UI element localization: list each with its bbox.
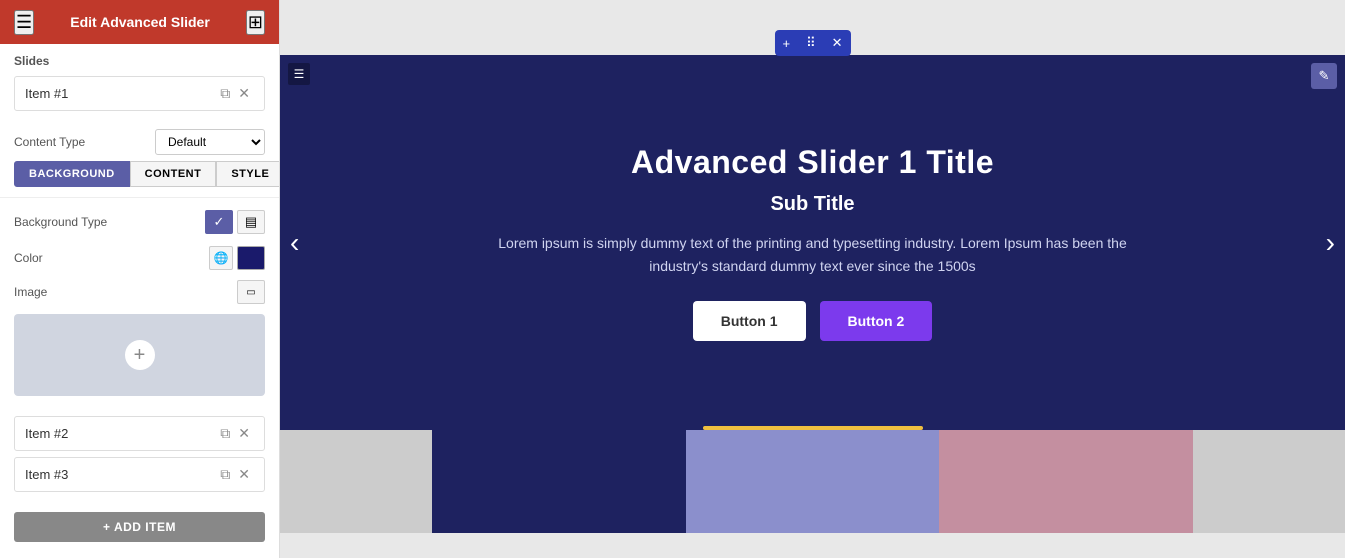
color-row: Color 🌐 [0,240,279,276]
delete-item-2-button[interactable]: ✕ [234,425,254,442]
slides-section: Slides Item #1 ⧉ ✕ [0,44,279,123]
color-controls: 🌐 [209,246,265,270]
duplicate-item-1-button[interactable]: ⧉ [216,85,234,102]
background-type-row: Background Type ✓ ▤ [0,204,279,240]
left-panel: ☰ Edit Advanced Slider ⊞ Slides Item #1 … [0,0,280,558]
image-label-row: Image ▭ [0,276,279,308]
slider-menu-icon[interactable]: ☰ [288,63,310,85]
tab-style[interactable]: STYLE [216,161,280,187]
slider-content: Advanced Slider 1 Title Sub Title Lorem … [463,124,1163,361]
tab-background[interactable]: BACKGROUND [14,161,130,187]
thumbnail-3[interactable] [939,430,1193,533]
list-item: Item #1 ⧉ ✕ [14,76,265,111]
upload-plus-icon: + [125,340,155,370]
header-bar: ☰ Edit Advanced Slider ⊞ [0,0,279,44]
thumbnail-1[interactable] [432,430,686,533]
main-area: + ⠿ ✕ ☰ ✎ ‹ Advanced Slider 1 Title Sub … [280,0,1345,558]
slides-section-2: Item #2 ⧉ ✕ Item #3 ⧉ ✕ [0,406,279,504]
delete-item-1-button[interactable]: ✕ [234,85,254,102]
list-item: Item #3 ⧉ ✕ [14,457,265,492]
item-label-2: Item #2 [25,426,216,441]
list-item: Item #2 ⧉ ✕ [14,416,265,451]
grid-icon[interactable]: ⊞ [246,10,265,35]
widget-toolbar: + ⠿ ✕ [774,30,850,56]
global-color-button[interactable]: 🌐 [209,246,233,270]
hamburger-icon[interactable]: ☰ [14,10,34,35]
slider-buttons: Button 1 Button 2 [483,301,1143,341]
add-widget-button[interactable]: + [774,31,798,56]
thumbnail-2[interactable] [686,430,940,533]
image-display-button[interactable]: ▭ [237,280,265,304]
item-label-3: Item #3 [25,467,216,482]
edit-slider-button[interactable]: ✎ [1311,63,1337,89]
item-label: Item #1 [25,86,216,101]
divider [0,197,279,198]
close-widget-button[interactable]: ✕ [824,30,851,56]
duplicate-item-3-button[interactable]: ⧉ [216,466,234,483]
solid-type-button[interactable]: ✓ [205,210,233,234]
thumb-gap-left [280,430,432,533]
content-type-row: Content Type Default [0,123,279,161]
delete-item-3-button[interactable]: ✕ [234,466,254,483]
add-item-button[interactable]: + ADD ITEM [14,512,265,542]
panel-title: Edit Advanced Slider [70,14,210,30]
background-type-controls: ✓ ▤ [205,210,265,234]
slider-wrapper: ☰ ✎ ‹ Advanced Slider 1 Title Sub Title … [280,55,1345,558]
move-widget-button[interactable]: ⠿ [798,30,824,56]
slider-button-1[interactable]: Button 1 [693,301,806,341]
slides-label: Slides [14,54,265,68]
background-type-label: Background Type [14,215,205,229]
slider-subtitle: Sub Title [483,193,1143,216]
content-type-select[interactable]: Default [155,129,265,155]
tab-row: BACKGROUND CONTENT STYLE [0,161,279,187]
tab-content[interactable]: CONTENT [130,161,217,187]
image-upload-area[interactable]: + [14,314,265,396]
thumbnail-strip [280,430,1345,533]
slider-title: Advanced Slider 1 Title [483,144,1143,181]
duplicate-item-2-button[interactable]: ⧉ [216,425,234,442]
color-label: Color [14,251,209,265]
next-arrow-button[interactable]: › [1316,217,1345,269]
slider-progress-bar [703,426,923,430]
image-label: Image [14,285,237,299]
slider-body: Lorem ipsum is simply dummy text of the … [483,232,1143,277]
content-type-label: Content Type [14,135,155,149]
prev-arrow-button[interactable]: ‹ [280,217,309,269]
color-swatch[interactable] [237,246,265,270]
thumb-gap-right [1193,430,1345,533]
slider-button-2[interactable]: Button 2 [820,301,933,341]
gradient-type-button[interactable]: ▤ [237,210,265,234]
slider-main: ☰ ✎ ‹ Advanced Slider 1 Title Sub Title … [280,55,1345,430]
